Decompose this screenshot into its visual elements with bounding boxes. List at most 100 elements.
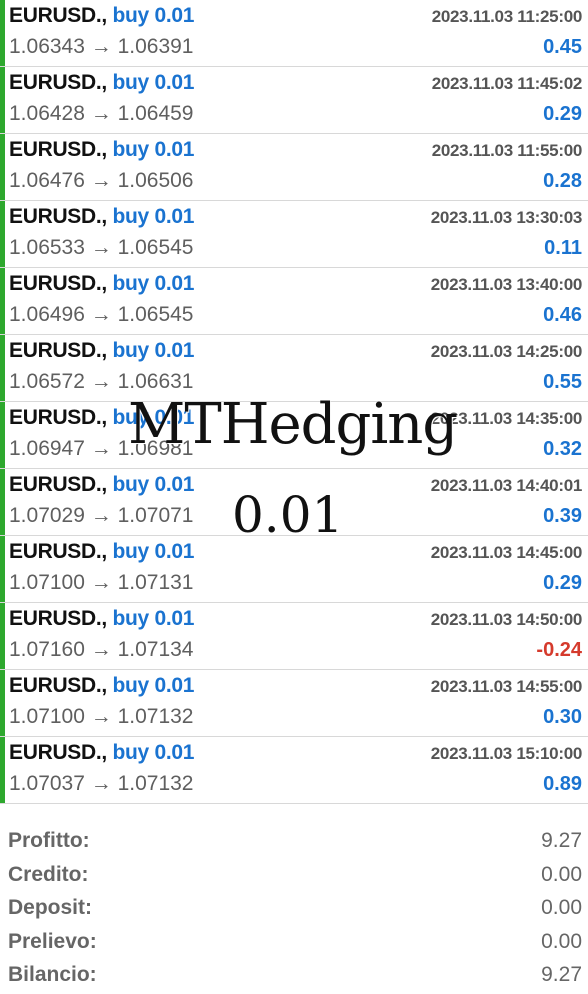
position-indicator-bar [0, 268, 5, 334]
trade-time: 2023.11.03 11:55:00 [431, 141, 583, 160]
trade-side: buy 0.01 [112, 4, 195, 27]
trade-title: EURUSD., buy 0.01 [9, 205, 194, 229]
trade-row[interactable]: EURUSD., buy 0.01 2023.11.03 14:25:00 1.… [0, 335, 588, 402]
position-indicator-bar [0, 134, 5, 200]
position-indicator-bar [0, 67, 5, 133]
trade-row[interactable]: EURUSD., buy 0.01 2023.11.03 11:45:02 1.… [0, 67, 588, 134]
trade-side: buy 0.01 [112, 339, 195, 362]
trade-symbol: EURUSD., [9, 674, 107, 697]
trade-title: EURUSD., buy 0.01 [9, 674, 194, 698]
position-indicator-bar [0, 737, 5, 803]
trade-prices: 1.07100 → 1.07132 [9, 705, 194, 728]
position-indicator-bar [0, 335, 5, 401]
trade-row[interactable]: EURUSD., buy 0.01 2023.11.03 11:55:00 1.… [0, 134, 588, 201]
trade-time: 2023.11.03 11:25:00 [431, 7, 583, 26]
trade-row[interactable]: EURUSD., buy 0.01 2023.11.03 14:45:00 1.… [0, 536, 588, 603]
trade-symbol: EURUSD., [9, 339, 107, 362]
trade-row[interactable]: EURUSD., buy 0.01 2023.11.03 14:35:00 1.… [0, 402, 588, 469]
trade-side: buy 0.01 [112, 473, 195, 496]
position-indicator-bar [0, 603, 5, 669]
summary-row-credit: Credito: 0.00 [0, 858, 588, 892]
trade-profit: 0.11 [544, 237, 582, 259]
position-indicator-bar [0, 0, 5, 66]
position-indicator-bar [0, 402, 5, 468]
trade-title: EURUSD., buy 0.01 [9, 138, 194, 162]
trade-time: 2023.11.03 14:45:00 [430, 543, 583, 562]
trade-history-list: EURUSD., buy 0.01 2023.11.03 11:25:00 1.… [0, 0, 588, 804]
position-indicator-bar [0, 670, 5, 736]
summary-label: Bilancio: [8, 963, 97, 986]
summary-label: Credito: [8, 862, 89, 886]
trade-side: buy 0.01 [112, 138, 195, 161]
summary-row-profit: Profitto: 9.27 [0, 824, 588, 858]
trade-row[interactable]: EURUSD., buy 0.01 2023.11.03 14:40:01 1.… [0, 469, 588, 536]
trade-title: EURUSD., buy 0.01 [9, 540, 194, 564]
trade-side: buy 0.01 [112, 674, 195, 697]
summary-value: 0.00 [541, 896, 582, 919]
trade-title: EURUSD., buy 0.01 [9, 741, 194, 765]
summary-row-balance: Bilancio: 9.27 [0, 958, 588, 992]
trade-symbol: EURUSD., [9, 4, 107, 27]
trade-title: EURUSD., buy 0.01 [9, 4, 194, 28]
trade-row[interactable]: EURUSD., buy 0.01 2023.11.03 14:50:00 1.… [0, 603, 588, 670]
trade-prices: 1.06476 → 1.06506 [9, 169, 194, 192]
trade-symbol: EURUSD., [9, 71, 107, 94]
trade-row[interactable]: EURUSD., buy 0.01 2023.11.03 15:10:00 1.… [0, 737, 588, 804]
position-indicator-bar [0, 201, 5, 267]
trade-row[interactable]: EURUSD., buy 0.01 2023.11.03 13:30:03 1.… [0, 201, 588, 268]
trade-title: EURUSD., buy 0.01 [9, 607, 194, 631]
trade-prices: 1.07029 → 1.07071 [9, 504, 194, 527]
trade-profit: 0.55 [543, 371, 582, 393]
position-indicator-bar [0, 536, 5, 602]
trade-symbol: EURUSD., [9, 540, 107, 563]
trade-profit: 0.46 [543, 304, 582, 326]
trade-title: EURUSD., buy 0.01 [9, 71, 194, 95]
trade-symbol: EURUSD., [9, 138, 107, 161]
trade-time: 2023.11.03 14:55:00 [430, 677, 583, 696]
trade-prices: 1.06343 → 1.06391 [9, 35, 194, 58]
trade-time: 2023.11.03 13:30:03 [430, 208, 583, 227]
trade-prices: 1.06496 → 1.06545 [9, 303, 194, 326]
trade-row[interactable]: EURUSD., buy 0.01 2023.11.03 13:40:00 1.… [0, 268, 588, 335]
account-summary: Profitto: 9.27 Credito: 0.00 Deposit: 0.… [0, 824, 588, 992]
trade-prices: 1.06533 → 1.06545 [9, 236, 194, 259]
summary-value: 9.27 [541, 963, 582, 986]
trade-time: 2023.11.03 14:35:00 [430, 409, 583, 428]
trade-profit: 0.30 [543, 706, 582, 728]
summary-value: 0.00 [541, 929, 582, 953]
trade-time: 2023.11.03 13:40:00 [430, 275, 583, 294]
trade-prices: 1.07100 → 1.07131 [9, 571, 194, 594]
trade-symbol: EURUSD., [9, 741, 107, 764]
trade-profit: -0.24 [536, 639, 582, 661]
summary-row-deposit: Deposit: 0.00 [0, 891, 588, 925]
trade-prices: 1.07160 → 1.07134 [9, 638, 194, 661]
trade-row[interactable]: EURUSD., buy 0.01 2023.11.03 11:25:00 1.… [0, 0, 588, 67]
trade-prices: 1.06572 → 1.06631 [9, 370, 194, 393]
trade-title: EURUSD., buy 0.01 [9, 473, 194, 497]
trade-profit: 0.89 [543, 773, 582, 795]
trade-symbol: EURUSD., [9, 607, 107, 630]
trade-prices: 1.06428 → 1.06459 [9, 102, 194, 125]
trade-side: buy 0.01 [112, 540, 195, 563]
trade-profit: 0.32 [543, 438, 582, 460]
trade-symbol: EURUSD., [9, 205, 107, 228]
trade-time: 2023.11.03 15:10:00 [430, 744, 583, 763]
trade-side: buy 0.01 [112, 741, 195, 764]
trade-profit: 0.29 [543, 103, 582, 125]
trade-time: 2023.11.03 14:50:00 [430, 610, 583, 629]
summary-label: Deposit: [8, 896, 92, 919]
trade-symbol: EURUSD., [9, 473, 107, 496]
summary-value: 0.00 [541, 862, 582, 886]
summary-label: Profitto: [8, 829, 90, 852]
trade-title: EURUSD., buy 0.01 [9, 406, 194, 430]
trade-profit: 0.39 [543, 505, 582, 527]
trade-symbol: EURUSD., [9, 272, 107, 295]
trade-side: buy 0.01 [112, 205, 195, 228]
trade-prices: 1.07037 → 1.07132 [9, 772, 194, 795]
trade-time: 2023.11.03 14:25:00 [430, 342, 583, 361]
summary-row-withdrawal: Prelievo: 0.00 [0, 925, 588, 959]
trade-side: buy 0.01 [112, 71, 195, 94]
trade-row[interactable]: EURUSD., buy 0.01 2023.11.03 14:55:00 1.… [0, 670, 588, 737]
summary-value: 9.27 [541, 829, 582, 852]
trade-side: buy 0.01 [112, 272, 195, 295]
